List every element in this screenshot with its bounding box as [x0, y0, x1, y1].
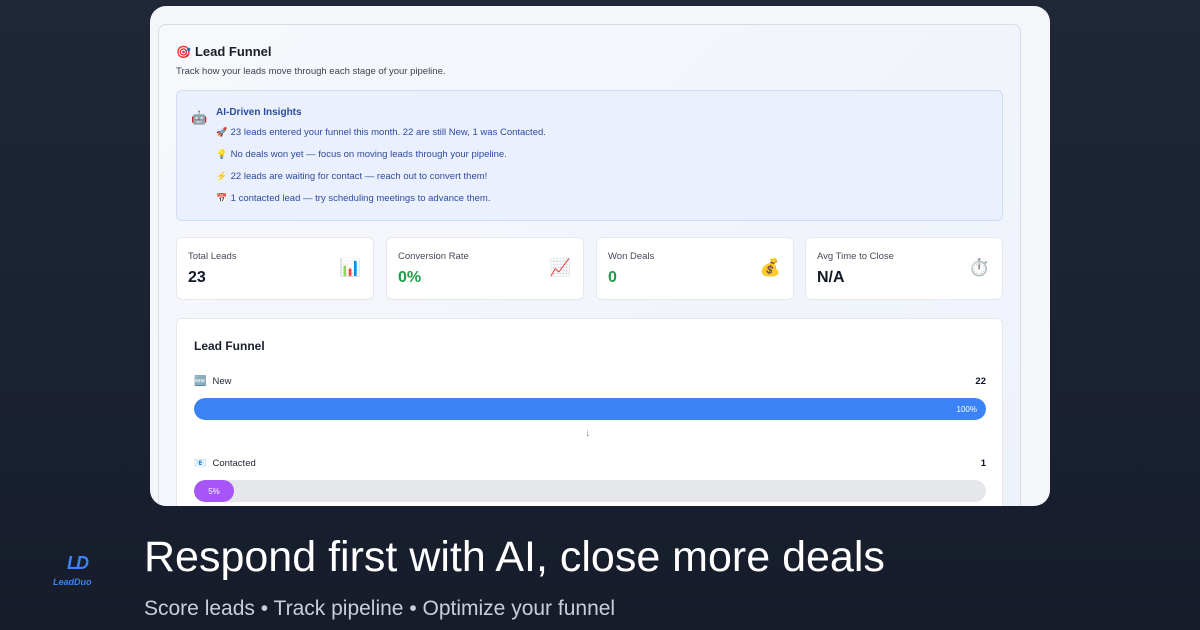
rocket-icon: 🚀 [216, 127, 228, 137]
insight-text: 22 leads are waiting for contact — reach… [230, 171, 488, 182]
stat-card-conversion-rate: Conversion Rate 0% 📈 [386, 237, 584, 300]
progress-fill: 100% [194, 398, 986, 420]
stat-card-avg-time-to-close: Avg Time to Close N/A ⏱️ [805, 237, 1003, 300]
bar-chart-icon: 📊 [339, 258, 361, 277]
robot-icon: 🤖 [191, 110, 208, 125]
funnel-title: Lead Funnel [194, 339, 265, 353]
insight-item: 🚀 23 leads entered your funnel this mont… [216, 127, 546, 138]
money-bag-icon: 💰 [759, 258, 781, 277]
stat-value: 0% [398, 269, 422, 286]
stage-name: New [212, 376, 232, 387]
insights-title: AI-Driven Insights [216, 107, 302, 118]
stat-label: Won Deals [608, 251, 655, 262]
panel-header: 🎯 Lead Funnel [176, 44, 272, 59]
progress-label: 5% [208, 486, 220, 496]
calendar-icon: 📅 [216, 193, 228, 203]
leadduo-logo: LD LeadDuo [50, 553, 110, 593]
tagline: Score leads • Track pipeline • Optimize … [144, 597, 616, 620]
stat-label: Total Leads [188, 251, 237, 262]
ai-insights-box: 🤖 AI-Driven Insights 🚀 23 leads entered … [176, 90, 1003, 221]
trend-up-icon: 📈 [549, 258, 571, 277]
insight-text: No deals won yet — focus on moving leads… [230, 149, 507, 160]
insight-item: 📅 1 contacted lead — try scheduling meet… [216, 193, 490, 204]
stage-count: 22 [975, 376, 986, 387]
envelope-icon: 📧 [194, 458, 207, 469]
insight-item: ⚡ 22 leads are waiting for contact — rea… [216, 171, 487, 182]
lead-funnel-panel: 🎯 Lead Funnel Track how your leads move … [158, 24, 1021, 506]
stat-card-won-deals: Won Deals 0 💰 [596, 237, 794, 300]
progress-bar-contacted: 5% [194, 480, 986, 502]
progress-label: 100% [956, 404, 977, 414]
page-title: Lead Funnel [194, 44, 272, 59]
page-subtitle: Track how your leads move through each s… [176, 66, 446, 77]
stopwatch-icon: ⏱️ [968, 258, 990, 277]
stat-value: N/A [817, 269, 845, 286]
funnel-card: Lead Funnel 🆕 New 22 100% ↓ 📧 Contacted … [176, 318, 1003, 506]
stat-label: Avg Time to Close [817, 251, 894, 262]
insight-item: 💡 No deals won yet — focus on moving lea… [216, 149, 507, 160]
progress-fill: 5% [194, 480, 234, 502]
target-icon: 🎯 [176, 44, 191, 59]
insight-text: 1 contacted lead — try scheduling meetin… [230, 193, 491, 204]
insight-text: 23 leads entered your funnel this month.… [230, 127, 546, 138]
headline: Respond first with AI, close more deals [144, 533, 885, 581]
logo-text: LeadDuo [53, 577, 92, 587]
lightning-icon: ⚡ [216, 171, 228, 181]
stat-value: 23 [188, 269, 206, 286]
arrow-down-icon: ↓ [585, 427, 591, 439]
new-badge-icon: 🆕 [194, 376, 207, 387]
stat-label: Conversion Rate [398, 251, 469, 262]
logo-mark: LD [67, 553, 89, 573]
stat-value: 0 [608, 269, 617, 286]
stage-name: Contacted [212, 458, 256, 469]
stage-count: 1 [980, 458, 986, 469]
app-screenshot: 🎯 Lead Funnel Track how your leads move … [150, 6, 1050, 506]
stage-label-new: 🆕 New [194, 376, 231, 387]
stage-label-contacted: 📧 Contacted [194, 458, 256, 469]
stat-card-total-leads: Total Leads 23 📊 [176, 237, 374, 300]
progress-bar-new: 100% [194, 398, 986, 420]
lightbulb-icon: 💡 [216, 149, 228, 159]
